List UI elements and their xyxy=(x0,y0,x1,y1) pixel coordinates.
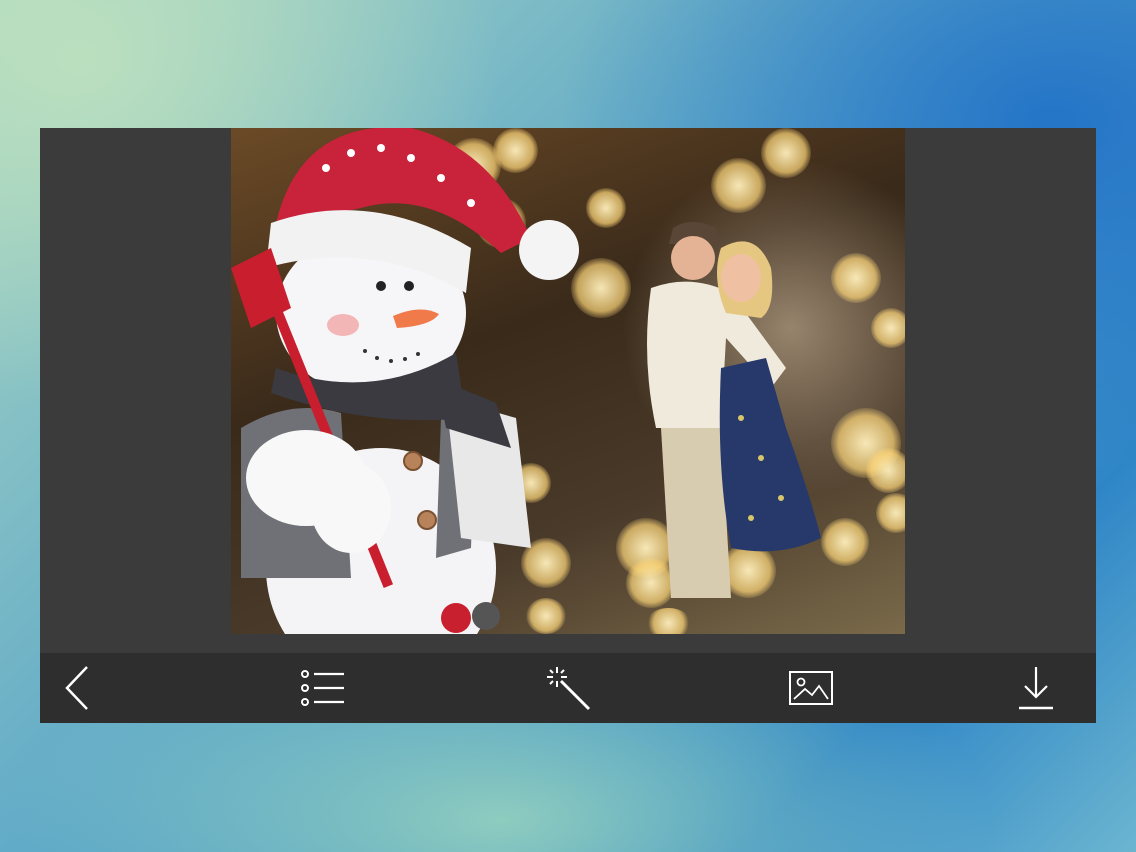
snowman-figure xyxy=(231,128,579,634)
download-icon xyxy=(1019,667,1053,710)
gallery-button[interactable] xyxy=(785,663,837,713)
effects-button[interactable] xyxy=(542,663,594,713)
couple-photo xyxy=(647,222,821,598)
image-icon xyxy=(789,671,833,705)
list-icon xyxy=(301,670,344,706)
bottom-toolbar xyxy=(40,653,1096,723)
frames-list-button[interactable] xyxy=(297,663,349,713)
editor-panel xyxy=(40,128,1096,723)
magic-wand-icon xyxy=(547,667,591,711)
download-button[interactable] xyxy=(1010,663,1062,713)
back-button[interactable] xyxy=(52,663,104,713)
photo-frame-preview[interactable] xyxy=(231,128,905,634)
chevron-left-icon xyxy=(65,666,88,710)
